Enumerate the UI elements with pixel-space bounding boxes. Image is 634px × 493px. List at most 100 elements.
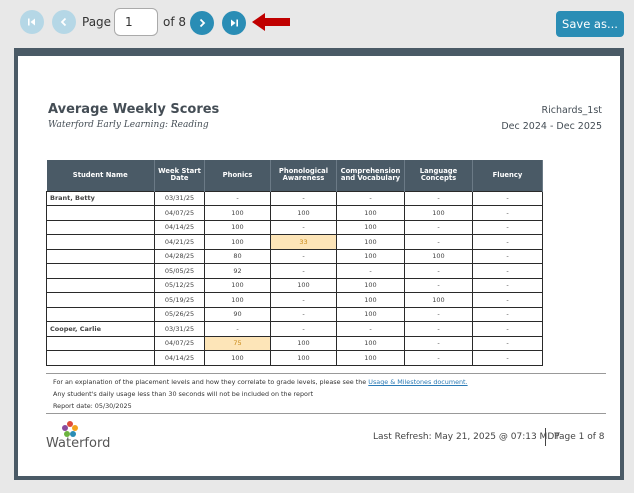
table-cell: -: [404, 219, 473, 235]
student-name-cell: [46, 277, 155, 293]
save-as-button[interactable]: Save as...: [556, 11, 624, 37]
table-cell: -: [472, 219, 543, 235]
first-page-icon: [28, 18, 35, 26]
scores-table: Student Name Week Start Date Phonics Pho…: [46, 160, 543, 366]
student-name-cell: Cooper, Carlie: [46, 321, 155, 337]
table-cell: -: [404, 190, 473, 206]
last-page-icon: [231, 19, 238, 27]
table-cell: 100: [404, 248, 473, 264]
table-cell: 100: [336, 277, 405, 293]
table-cell: -: [404, 234, 473, 250]
table-cell: -: [204, 321, 271, 337]
table-cell: -: [472, 277, 543, 293]
column-header: Phonological Awareness: [270, 160, 337, 191]
table-cell: -: [472, 248, 543, 264]
logo-text: Waterford: [46, 436, 111, 451]
table-row: 04/07/25 75 100 100- -: [46, 335, 543, 351]
table-row: 04/07/25 100 100 100 100-: [46, 205, 543, 221]
table-cell: 100: [204, 292, 271, 308]
table-cell: 04/14/25: [154, 350, 205, 366]
last-page-button[interactable]: [222, 11, 246, 35]
table-row: 05/12/25 100 100 100- -: [46, 277, 543, 293]
table-row: 04/14/25 100-100- -: [46, 219, 543, 235]
divider: [545, 428, 546, 446]
table-cell: -: [472, 335, 543, 351]
table-cell: 100: [270, 335, 337, 351]
table-cell: -: [472, 205, 543, 221]
table-cell: -: [270, 306, 337, 322]
table-cell: 80: [204, 248, 271, 264]
table-cell: 04/07/25: [154, 205, 205, 221]
table-row: 05/26/25 90-100- -: [46, 306, 543, 322]
table-cell: -: [404, 306, 473, 322]
prev-page-button[interactable]: [52, 10, 76, 34]
table-cell: 100: [336, 292, 405, 308]
student-name-cell: [46, 350, 155, 366]
table-cell: -: [472, 263, 543, 279]
student-name-cell: Brant, Betty: [46, 190, 155, 206]
table-cell: -: [404, 263, 473, 279]
table-cell: -: [404, 350, 473, 366]
table-cell: 100: [204, 205, 271, 221]
table-cell: -: [472, 350, 543, 366]
table-cell: -: [404, 277, 473, 293]
table-cell: 100: [336, 248, 405, 264]
table-row: Cooper, Carlie 03/31/25- - - - -: [46, 321, 543, 337]
table-cell: 100: [404, 292, 473, 308]
table-row: Brant, Betty 03/31/25- - - - -: [46, 190, 543, 206]
table-cell: 90: [204, 306, 271, 322]
table-cell: -: [404, 321, 473, 337]
table-cell: -: [472, 321, 543, 337]
student-name-cell: [46, 205, 155, 221]
table-cell: 100: [336, 205, 405, 221]
table-cell: 75: [204, 335, 271, 351]
table-cell: 05/12/25: [154, 277, 205, 293]
report-page: Average Weekly Scores Waterford Early Le…: [18, 56, 620, 476]
column-header: Student Name: [46, 160, 155, 191]
table-cell: -: [336, 321, 405, 337]
table-cell: -: [472, 190, 543, 206]
column-header: Fluency: [472, 160, 543, 191]
page-number-input[interactable]: [114, 8, 158, 36]
table-cell: -: [204, 190, 271, 206]
usage-milestones-link[interactable]: Usage & Milestones document.: [368, 378, 467, 386]
table-cell: -: [270, 190, 337, 206]
table-cell: 100: [336, 306, 405, 322]
table-cell: 100: [404, 205, 473, 221]
table-cell: 100: [204, 234, 271, 250]
student-name-cell: [46, 263, 155, 279]
student-name-cell: [46, 219, 155, 235]
table-cell: -: [270, 219, 337, 235]
first-page-button[interactable]: [20, 10, 44, 34]
red-arrow-icon: [252, 13, 290, 31]
table-cell: 33: [270, 234, 337, 250]
table-cell: 100: [204, 350, 271, 366]
report-toolbar: Page of 8 Save as...: [0, 0, 634, 50]
table-cell: 03/31/25: [154, 321, 205, 337]
table-cell: -: [336, 263, 405, 279]
column-header: Phonics: [204, 160, 271, 191]
table-cell: 04/21/25: [154, 234, 205, 250]
table-cell: 100: [270, 205, 337, 221]
note-text: Any student's daily usage less than 30 s…: [53, 390, 314, 398]
student-name-cell: [46, 248, 155, 264]
student-name-cell: [46, 234, 155, 250]
column-header: Language Concepts: [404, 160, 473, 191]
table-cell: 100: [204, 219, 271, 235]
table-cell: -: [404, 335, 473, 351]
report-date: Report date: 05/30/2025: [53, 402, 132, 410]
table-cell: 100: [336, 350, 405, 366]
table-row: 04/21/25 100 33 100- -: [46, 234, 543, 250]
student-name-cell: [46, 292, 155, 308]
table-row: 04/14/25 100 100 100- -: [46, 350, 543, 366]
date-range: Dec 2024 - Dec 2025: [501, 121, 602, 132]
table-cell: 100: [270, 277, 337, 293]
table-row: 05/19/25 100-100 100-: [46, 292, 543, 308]
table-cell: 100: [336, 219, 405, 235]
table-cell: -: [270, 292, 337, 308]
table-cell: 100: [336, 234, 405, 250]
table-cell: 100: [336, 335, 405, 351]
table-cell: 05/19/25: [154, 292, 205, 308]
table-header-row: Student Name Week Start Date Phonics Pho…: [46, 160, 543, 191]
next-page-button[interactable]: [190, 11, 214, 35]
